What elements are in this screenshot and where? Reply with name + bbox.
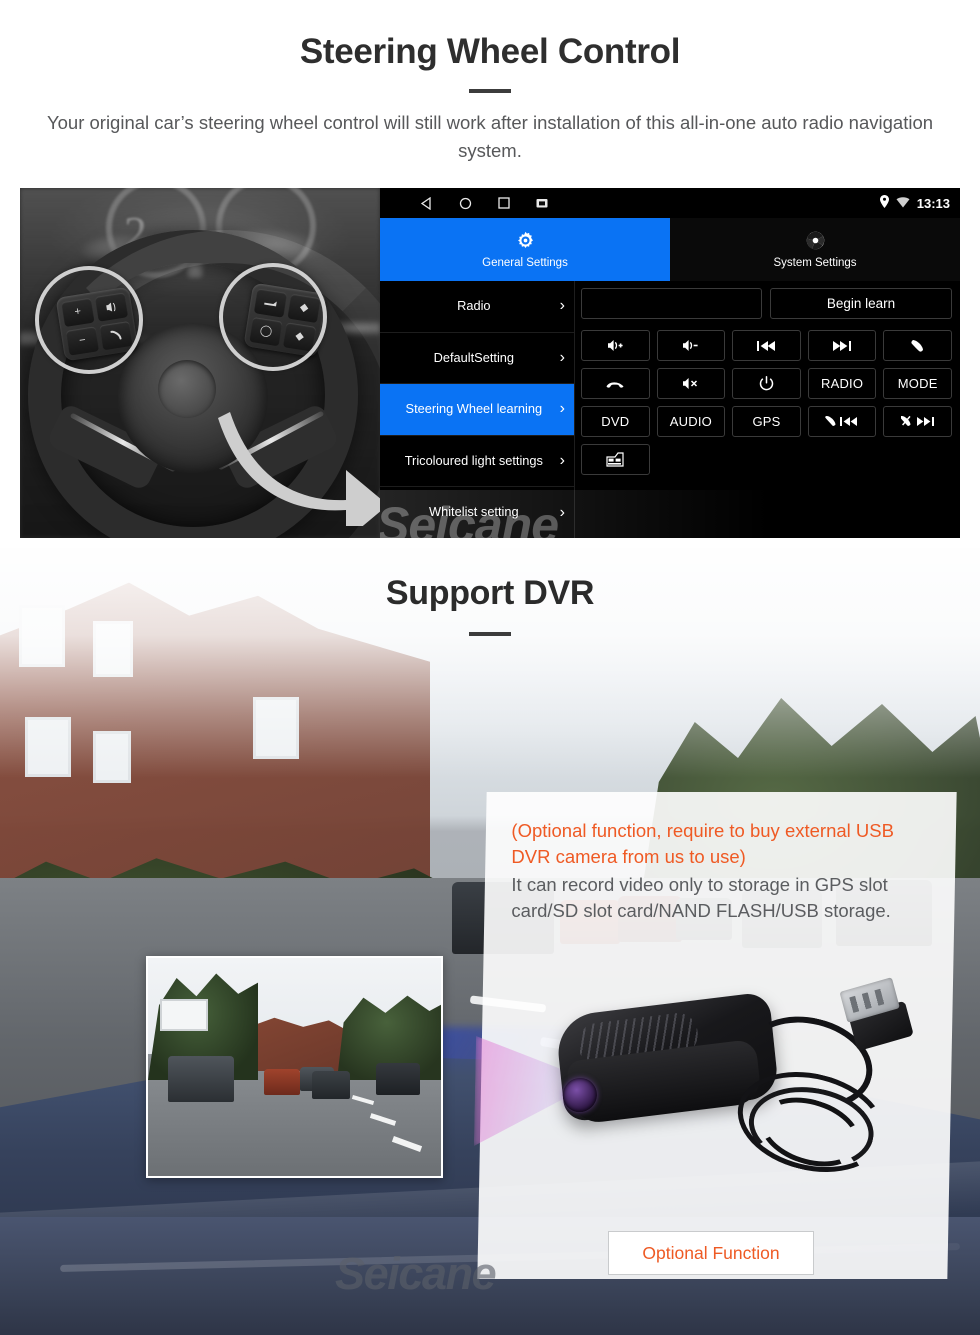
dvr-note-optional: (Optional function, require to buy exter…	[511, 820, 894, 868]
key-mode[interactable]: MODE	[883, 368, 952, 399]
learn-key-input[interactable]	[581, 288, 762, 319]
settings-body: Radio › DefaultSetting › Steering Wheel …	[380, 281, 960, 538]
settings-tab-bar: General Settings System Settings	[380, 218, 960, 281]
menu-item-default-setting[interactable]: DefaultSetting ›	[380, 333, 574, 385]
chevron-right-icon: ›	[559, 400, 565, 418]
gear-icon	[515, 230, 536, 254]
android-status-bar: 13:13	[380, 188, 960, 218]
key-volume-up[interactable]	[581, 330, 650, 361]
learn-controls-row: Begin learn	[581, 288, 952, 319]
dvr-note-storage: It can record video only to storage in G…	[511, 873, 891, 921]
steering-wheel-learning-pane: Begin learn RADIO MODE DVD AUDIO GPS	[575, 281, 960, 538]
menu-item-label: Radio	[457, 297, 491, 313]
page-title: Steering Wheel Control	[299, 32, 681, 71]
dvr-title-underline	[469, 632, 511, 636]
preview-vehicle	[312, 1071, 350, 1100]
settings-menu-list: Radio › DefaultSetting › Steering Wheel …	[380, 281, 575, 538]
tab-general-settings[interactable]: General Settings	[380, 218, 670, 281]
status-indicators: 13:13	[879, 188, 950, 218]
chevron-right-icon: ›	[559, 297, 565, 315]
learn-key-grid: RADIO MODE DVD AUDIO GPS	[581, 330, 952, 475]
screenshot-icon[interactable]	[536, 198, 548, 209]
shutter-icon	[805, 230, 826, 254]
wheel-hub-center	[158, 360, 216, 418]
dashcam-preview-image	[148, 958, 441, 1176]
menu-item-tricoloured-light-settings[interactable]: Tricoloured light settings ›	[380, 436, 574, 488]
tab-general-settings-label: General Settings	[482, 257, 568, 269]
key-audio[interactable]: AUDIO	[656, 406, 726, 437]
usb-dvr-camera	[509, 977, 933, 1208]
preview-sign	[160, 999, 208, 1032]
key-radio[interactable]: RADIO	[807, 368, 877, 399]
recents-icon[interactable]	[498, 197, 510, 209]
chevron-right-icon: ›	[559, 503, 565, 521]
key-call-previous[interactable]	[807, 406, 877, 437]
menu-item-whitelist-setting[interactable]: Whitelist setting ›	[380, 487, 574, 538]
preview-vehicle	[264, 1069, 300, 1096]
chevron-right-icon: ›	[559, 348, 565, 366]
dvr-info-card: (Optional function, require to buy exter…	[477, 792, 957, 1279]
pointer-arrow-icon	[218, 406, 380, 538]
key-call[interactable]	[883, 330, 952, 361]
menu-item-radio[interactable]: Radio ›	[380, 281, 574, 333]
menu-item-label: Steering Wheel learning	[405, 401, 543, 417]
product-feature-page: Steering Wheel Control Your original car…	[0, 0, 980, 1335]
optional-function-button[interactable]: Optional Function	[608, 1231, 814, 1275]
steering-wheel-section: Steering Wheel Control Your original car…	[0, 0, 980, 548]
chevron-right-icon: ›	[559, 452, 565, 470]
key-volume-down[interactable]	[656, 330, 726, 361]
location-pin-icon	[879, 195, 889, 211]
tab-system-settings[interactable]: System Settings	[670, 218, 960, 281]
menu-item-steering-wheel-learning[interactable]: Steering Wheel learning ›	[380, 384, 574, 436]
navigation-bar	[380, 196, 548, 210]
dvr-section-title: Support DVR	[385, 574, 595, 612]
highlight-circle-left	[35, 266, 143, 374]
key-gps[interactable]: GPS	[732, 406, 801, 437]
key-dvd[interactable]: DVD	[581, 406, 650, 437]
key-next-track[interactable]	[807, 330, 877, 361]
section-subtitle: Your original car’s steering wheel contr…	[46, 111, 934, 162]
back-icon[interactable]	[420, 196, 433, 210]
preview-vehicle	[168, 1056, 234, 1103]
begin-learn-button[interactable]: Begin learn	[770, 288, 952, 319]
menu-item-label: DefaultSetting	[433, 349, 515, 365]
highlight-circle-right	[219, 263, 327, 371]
key-power[interactable]	[732, 368, 801, 399]
dashcam-preview	[146, 956, 443, 1178]
key-previous-track[interactable]	[732, 330, 801, 361]
steering-wheel-photo: 2 + − ◆ ◯ ◆	[20, 188, 380, 538]
key-hangup-next[interactable]	[883, 406, 952, 437]
wifi-icon	[896, 196, 910, 211]
android-settings-screen: 13:13 General Settings System Settings R…	[380, 188, 960, 538]
menu-item-label: Whitelist setting	[429, 504, 519, 520]
dvr-info-content: (Optional function, require to buy exter…	[485, 792, 955, 924]
tab-system-settings-label: System Settings	[773, 257, 857, 269]
home-icon[interactable]	[459, 197, 472, 210]
key-car[interactable]	[581, 444, 650, 475]
title-underline	[469, 88, 511, 93]
media-row: 2 + − ◆ ◯ ◆ 13:13 General Settings Syste…	[20, 188, 960, 538]
status-clock: 13:13	[916, 195, 950, 211]
key-mute[interactable]	[656, 368, 726, 399]
preview-vehicle	[376, 1062, 420, 1095]
menu-item-label: Tricoloured light settings	[404, 452, 543, 468]
key-hang-up[interactable]	[581, 368, 650, 399]
